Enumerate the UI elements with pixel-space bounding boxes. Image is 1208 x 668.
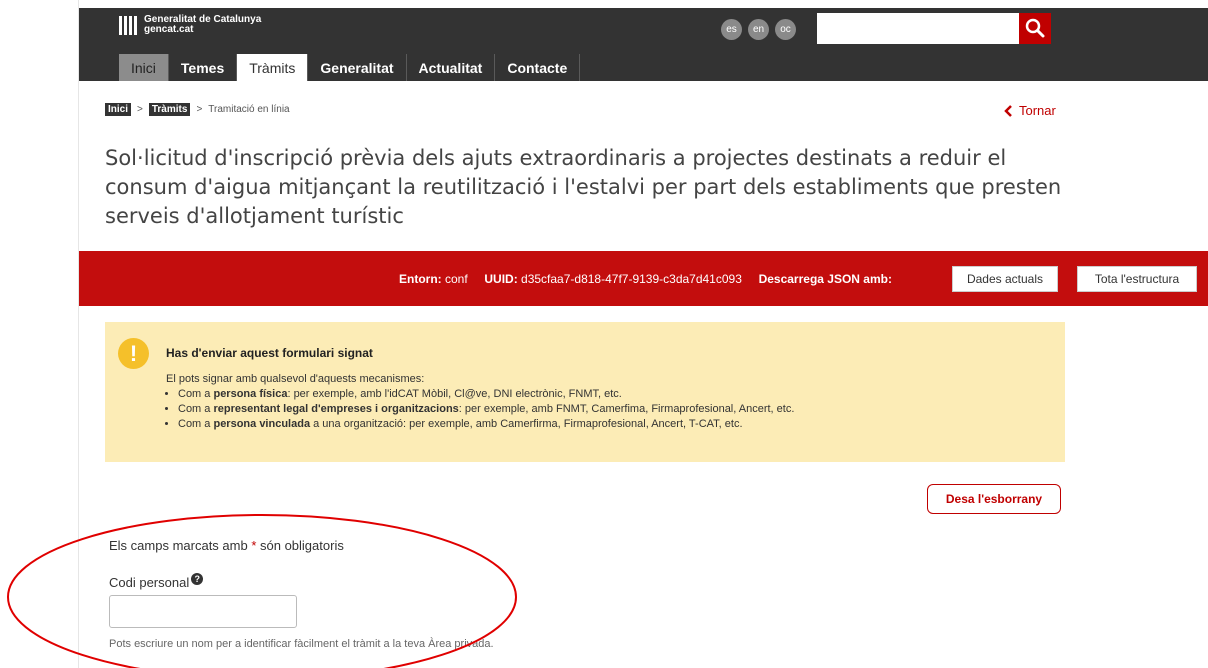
list-item: Com a representant legal d'empreses i or… [178, 402, 794, 417]
search-button[interactable] [1019, 13, 1051, 44]
chevron-left-icon [1004, 104, 1012, 117]
generalitat-emblem-icon [119, 15, 138, 35]
environment-bar: Entorn: conf UUID: d35cfaa7-d818-47f7-91… [79, 251, 1208, 306]
search-input[interactable] [817, 13, 1019, 44]
back-link[interactable]: Tornar [1004, 103, 1056, 118]
download-current-data-button[interactable]: Dades actuals [952, 266, 1058, 292]
lang-es-button[interactable]: es [721, 19, 742, 40]
environment-info: Entorn: conf UUID: d35cfaa7-d818-47f7-91… [399, 272, 892, 286]
save-draft-button[interactable]: Desa l'esborrany [927, 484, 1061, 514]
breadcrumb-current: Tramitació en línia [208, 104, 290, 115]
lang-en-button[interactable]: en [748, 19, 769, 40]
list-item: Com a persona vinculada a una organitzac… [178, 417, 794, 432]
signature-methods-list: Com a persona física: per exemple, amb l… [166, 387, 794, 432]
uuid-label: UUID: [484, 272, 518, 286]
help-icon[interactable]: ? [191, 572, 204, 585]
logo-line-2: gencat.cat [144, 24, 194, 35]
warning-body: El pots signar amb qualsevol d'aquests m… [166, 372, 794, 432]
logo-text: Generalitat de Catalunya gencat.cat [144, 15, 261, 35]
personal-code-help: Pots escriure un nom per a identificar f… [109, 638, 494, 650]
back-label: Tornar [1019, 103, 1056, 118]
nav-actualitat[interactable]: Actualitat [407, 54, 496, 81]
breadcrumb-inici[interactable]: Inici [105, 103, 132, 116]
required-fields-note: Els camps marcats amb * són obligatoris [109, 538, 344, 553]
nav-temes[interactable]: Temes [169, 54, 238, 81]
main-navigation: Inici Temes Tràmits Generalitat Actualit… [79, 48, 1208, 81]
nav-inici[interactable]: Inici [119, 54, 169, 81]
entorn-value: conf [445, 272, 468, 286]
warning-icon: ! [118, 338, 149, 369]
page-left-border [78, 0, 79, 668]
lang-oc-button[interactable]: oc [775, 19, 796, 40]
language-switcher: es en oc [721, 19, 796, 40]
breadcrumb-separator: > [196, 104, 203, 115]
nav-generalitat[interactable]: Generalitat [308, 54, 407, 81]
page-left-margin [0, 0, 78, 668]
download-full-structure-button[interactable]: Tota l'estructura [1077, 266, 1197, 292]
personal-code-label: Codi personal ? [109, 572, 204, 590]
warning-title: Has d'enviar aquest formulari signat [166, 346, 373, 360]
nav-contacte[interactable]: Contacte [495, 54, 581, 81]
download-json-label: Descarrega JSON amb: [758, 272, 892, 286]
breadcrumb-tramits[interactable]: Tràmits [148, 103, 191, 116]
gencat-logo[interactable]: Generalitat de Catalunya gencat.cat [119, 15, 261, 35]
signature-warning: ! Has d'enviar aquest formulari signat E… [105, 322, 1065, 462]
page-title: Sol·licitud d'inscripció prèvia dels aju… [105, 146, 1062, 228]
site-header: Generalitat de Catalunya gencat.cat es e… [79, 8, 1208, 48]
nav-tramits[interactable]: Tràmits [237, 54, 309, 81]
entorn-label: Entorn: [399, 272, 442, 286]
warning-intro: El pots signar amb qualsevol d'aquests m… [166, 373, 425, 385]
personal-code-input[interactable] [109, 595, 297, 628]
search-icon [1025, 18, 1045, 38]
list-item: Com a persona física: per exemple, amb l… [178, 387, 794, 402]
breadcrumb: Inici > Tràmits > Tramitació en línia [105, 103, 290, 116]
breadcrumb-separator: > [137, 104, 143, 115]
uuid-value: d35cfaa7-d818-47f7-9139-c3da7d41c093 [521, 272, 742, 286]
